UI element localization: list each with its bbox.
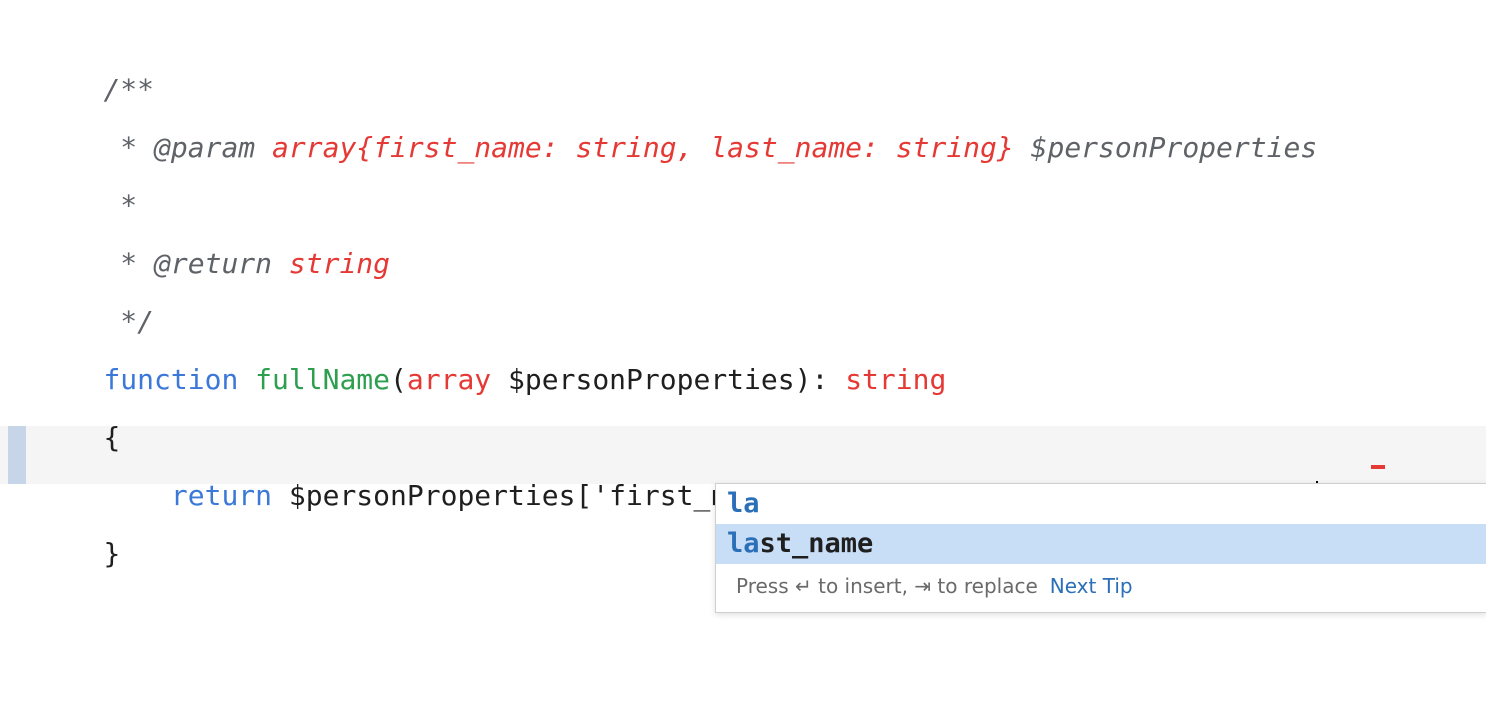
code-line-8[interactable]: return $personProperties['first_name'] .… bbox=[36, 436, 1351, 513]
return-type: string bbox=[845, 363, 947, 396]
hint-middle: to insert, bbox=[811, 574, 915, 598]
code-line-1[interactable]: /** bbox=[36, 30, 154, 106]
code-line-9[interactable]: } bbox=[36, 494, 120, 570]
hint-suffix: to replace bbox=[931, 574, 1038, 598]
completion-footer: Press ↵ to insert, ⇥ to replace Next Tip bbox=[716, 570, 1486, 602]
doc-return-type: string bbox=[288, 247, 391, 280]
completion-rest: st_name bbox=[759, 528, 874, 559]
error-underline-marker bbox=[1371, 465, 1385, 469]
doc-param-var: $personProperties bbox=[1013, 131, 1318, 164]
next-tip-link[interactable]: Next Tip bbox=[1050, 574, 1133, 598]
completion-item-selected[interactable]: last_name bbox=[716, 524, 1486, 564]
enter-key-icon: ↵ bbox=[795, 574, 812, 598]
code-line-6[interactable]: function fullName(array $personPropertie… bbox=[36, 320, 946, 396]
function-name: fullName bbox=[255, 363, 391, 396]
hint-prefix: Press bbox=[736, 574, 795, 598]
completion-item[interactable]: la bbox=[716, 484, 1486, 524]
tab-key-icon: ⇥ bbox=[914, 574, 932, 598]
doc-param-type: array{first_name: string, last_name: str… bbox=[272, 131, 1014, 164]
brace-close: } bbox=[103, 537, 121, 570]
code-line-4[interactable]: * @return string bbox=[36, 204, 390, 280]
gutter-change-marker bbox=[8, 426, 26, 484]
function-keyword: function bbox=[103, 363, 239, 396]
code-line-7[interactable]: { bbox=[36, 378, 120, 454]
param-type: array bbox=[406, 363, 492, 396]
code-line-3[interactable]: * bbox=[36, 146, 137, 222]
return-keyword: return bbox=[103, 479, 273, 512]
code-line-2[interactable]: * @param array{first_name: string, last_… bbox=[36, 88, 1317, 164]
completion-popup[interactable]: la last_name Press ↵ to insert, ⇥ to rep… bbox=[715, 483, 1486, 613]
completion-match: la bbox=[727, 488, 760, 519]
paren-open: ( bbox=[390, 363, 407, 396]
completion-match: la bbox=[727, 528, 760, 559]
param-name: $personProperties): bbox=[491, 363, 846, 396]
code-line-5[interactable]: */ bbox=[36, 262, 154, 338]
